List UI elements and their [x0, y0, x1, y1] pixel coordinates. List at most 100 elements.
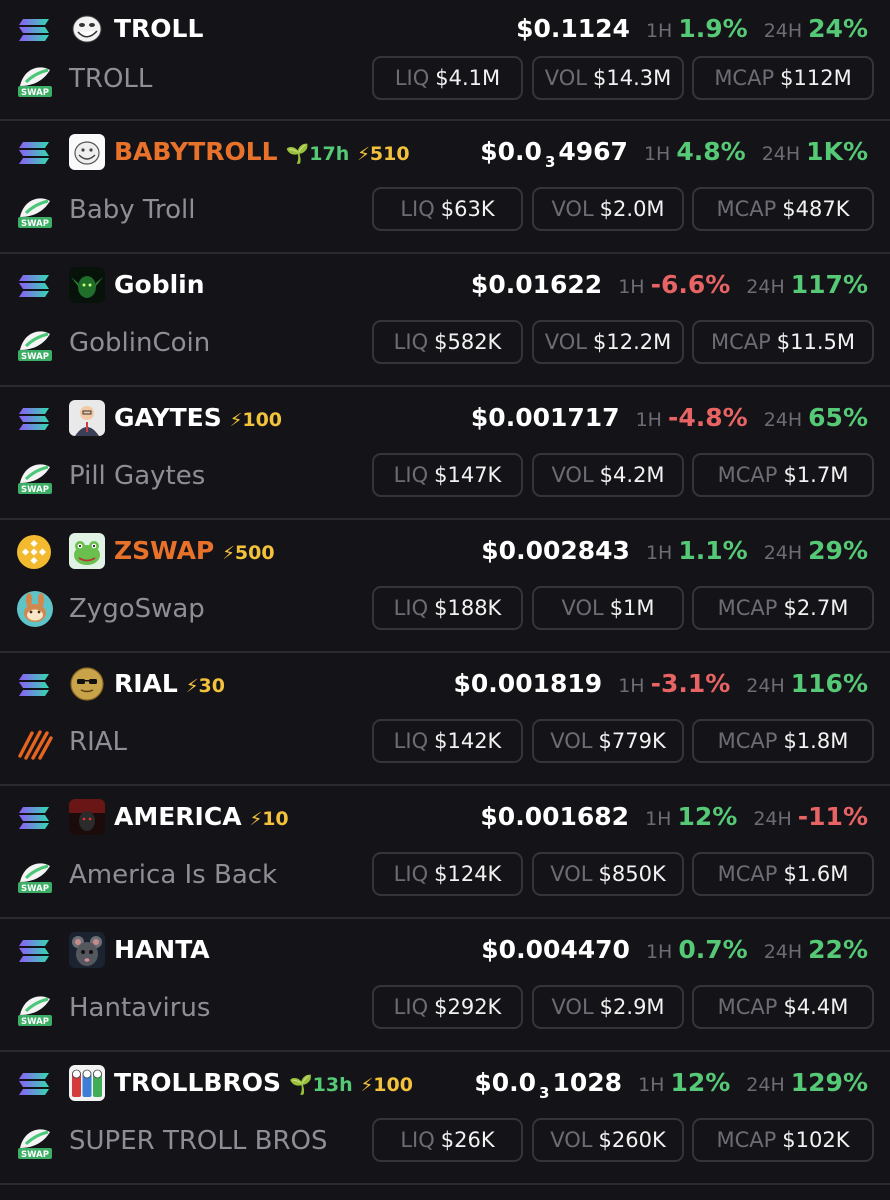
- token-name: SUPER TROLL BROS: [69, 1126, 328, 1156]
- volume-pill: VOL $4.2M: [532, 453, 684, 497]
- token-row[interactable]: HANTA $0.004470 1H 0.7% 24H 22% SWAP Hantavi…: [0, 919, 890, 1052]
- token-ticker[interactable]: AMERICA: [114, 802, 242, 831]
- token-price: $0.002843: [481, 536, 630, 565]
- token-price: $0.0 3 4967: [480, 137, 628, 171]
- svg-text:SWAP: SWAP: [21, 884, 49, 894]
- token-price: $0.01622: [470, 270, 603, 299]
- token-row-header: Goblin $0.01622 1H -6.6% 24H 117%: [0, 266, 890, 304]
- solana-icon: [16, 667, 52, 703]
- market-cap-pill: MCAP $1.6M: [692, 852, 874, 896]
- price-group: $0.1124 1H 1.9% 24H 24%: [516, 10, 868, 50]
- liquidity-pill: LIQ $124K: [372, 852, 523, 896]
- token-avatar[interactable]: [69, 267, 105, 303]
- token-avatar[interactable]: [69, 134, 105, 170]
- token-ticker[interactable]: BABYTROLL: [114, 137, 278, 166]
- liquidity-value: $188K: [434, 596, 502, 620]
- price-zero-count: 3: [544, 153, 556, 171]
- market-cap-label: MCAP: [714, 66, 775, 90]
- token-ticker[interactable]: HANTA: [114, 935, 210, 964]
- token-ticker-group: HANTA: [114, 931, 210, 969]
- token-row-details: SWAP GoblinCoin LIQ $582K VOL $12.2M MCAP $…: [0, 320, 890, 366]
- price-group: $0.001717 1H -4.8% 24H 65%: [471, 399, 868, 439]
- token-avatar[interactable]: [69, 799, 105, 835]
- token-row[interactable]: TROLL $0.1124 1H 1.9% 24H 24% SWAP TROLL LIQ…: [0, 0, 890, 121]
- market-cap-value: $112M: [780, 66, 852, 90]
- svg-text:SWAP: SWAP: [21, 352, 49, 362]
- token-avatar[interactable]: [69, 533, 105, 569]
- change-24h-value: -11%: [797, 802, 868, 831]
- volume-pill: VOL $2.0M: [532, 187, 684, 231]
- token-row[interactable]: TROLLBROS 🌱13h ⚡100 $0.0 3 1028 1H 12% 24H 129% …: [0, 1052, 890, 1185]
- liquidity-value: $26K: [440, 1128, 495, 1152]
- token-ticker[interactable]: GAYTES: [114, 403, 222, 432]
- token-avatar[interactable]: [69, 400, 105, 436]
- liquidity-pill: LIQ $147K: [372, 453, 523, 497]
- swap-icon: SWAP: [16, 1122, 54, 1160]
- volume-pill: VOL $779K: [532, 719, 684, 763]
- change-24h-value: 1K%: [806, 137, 868, 166]
- token-list: TROLL $0.1124 1H 1.9% 24H 24% SWAP TROLL LIQ…: [0, 0, 890, 1185]
- volume-value: $2.9M: [599, 995, 665, 1019]
- svg-text:SWAP: SWAP: [21, 1017, 49, 1027]
- lightning-icon: ⚡: [222, 543, 235, 564]
- market-cap-value: $4.4M: [783, 995, 849, 1019]
- volume-pill: VOL $850K: [532, 852, 684, 896]
- liquidity-value: $63K: [440, 197, 495, 221]
- change-24h-value: 24%: [808, 14, 868, 43]
- svg-text:SWAP: SWAP: [21, 88, 49, 98]
- change-24h-value: 129%: [790, 1068, 868, 1097]
- solana-icon: [16, 933, 52, 969]
- token-row[interactable]: Goblin $0.01622 1H -6.6% 24H 117% SWAP Gobli…: [0, 254, 890, 387]
- change-1h-label: 1H: [635, 409, 662, 431]
- token-price: $0.001717: [470, 403, 620, 432]
- volume-value: $1M: [609, 596, 655, 620]
- token-avatar[interactable]: [69, 1065, 105, 1101]
- market-cap-value: $1.7M: [783, 463, 849, 487]
- token-row[interactable]: BABYTROLL 🌱17h ⚡510 $0.0 3 4967 1H 4.8% 24H 1K% …: [0, 121, 890, 254]
- token-avatar[interactable]: [69, 932, 105, 968]
- change-24h-label: 24H: [753, 808, 792, 830]
- token-name: ZygoSwap: [69, 594, 205, 624]
- change-24h-value: 22%: [808, 935, 868, 964]
- change-1h-value: 1.9%: [678, 14, 748, 43]
- token-ticker[interactable]: TROLLBROS: [114, 1068, 281, 1097]
- solana-icon: [16, 1066, 52, 1102]
- token-row[interactable]: GAYTES ⚡100 $0.001717 1H -4.8% 24H 65% SWAP P…: [0, 387, 890, 520]
- svg-text:SWAP: SWAP: [21, 1150, 49, 1160]
- boost-badge: ⚡100: [360, 1074, 413, 1096]
- token-ticker[interactable]: RIAL: [114, 669, 178, 698]
- token-row-details: RIAL LIQ $142K VOL $779K MCAP $1.8M: [0, 719, 890, 765]
- liquidity-label: LIQ: [394, 66, 430, 90]
- pancakeswap-icon: [16, 590, 54, 628]
- liquidity-label: LIQ: [400, 1128, 435, 1152]
- price-group: $0.01622 1H -6.6% 24H 117%: [471, 266, 868, 306]
- token-row-header: ZSWAP ⚡500 $0.002843 1H 1.1% 24H 29%: [0, 532, 890, 570]
- token-name: America Is Back: [69, 860, 278, 890]
- stripes-dex-icon: [16, 723, 54, 761]
- token-ticker[interactable]: Goblin: [114, 270, 205, 299]
- market-cap-value: $102K: [782, 1128, 850, 1152]
- token-name: TROLL: [69, 64, 153, 94]
- token-row[interactable]: RIAL ⚡30 $0.001819 1H -3.1% 24H 116% RIAL LIQ…: [0, 653, 890, 786]
- token-row[interactable]: AMERICA ⚡10 $0.001682 1H 12% 24H -11% SWAP Am…: [0, 786, 890, 919]
- volume-label: VOL: [550, 1128, 593, 1152]
- market-cap-pill: MCAP $1.7M: [692, 453, 874, 497]
- token-avatar[interactable]: [69, 11, 105, 47]
- token-row[interactable]: ZSWAP ⚡500 $0.002843 1H 1.1% 24H 29% ZygoSwap…: [0, 520, 890, 653]
- token-price: $0.0 3 1028: [474, 1068, 623, 1102]
- volume-pill: VOL $12.2M: [532, 320, 684, 364]
- change-1h-value: -3.1%: [650, 669, 731, 698]
- boost-badge: ⚡510: [357, 143, 410, 165]
- token-row-details: SWAP TROLL LIQ $4.1M VOL $14.3M MCAP $112M: [0, 56, 890, 102]
- token-avatar[interactable]: [69, 666, 105, 702]
- token-row-header: HANTA $0.004470 1H 0.7% 24H 22%: [0, 931, 890, 969]
- token-row-header: BABYTROLL 🌱17h ⚡510 $0.0 3 4967 1H 4.8% 24H 1K%: [0, 133, 890, 171]
- token-row-header: TROLLBROS 🌱13h ⚡100 $0.0 3 1028 1H 12% 24H 129%: [0, 1064, 890, 1102]
- token-ticker[interactable]: ZSWAP: [114, 536, 214, 565]
- solana-icon: [16, 401, 52, 437]
- token-ticker[interactable]: TROLL: [114, 14, 203, 43]
- volume-value: $850K: [598, 862, 666, 886]
- liquidity-value: $147K: [434, 463, 502, 487]
- age-badge: 🌱17h: [285, 143, 350, 165]
- market-cap-label: MCAP: [716, 1128, 777, 1152]
